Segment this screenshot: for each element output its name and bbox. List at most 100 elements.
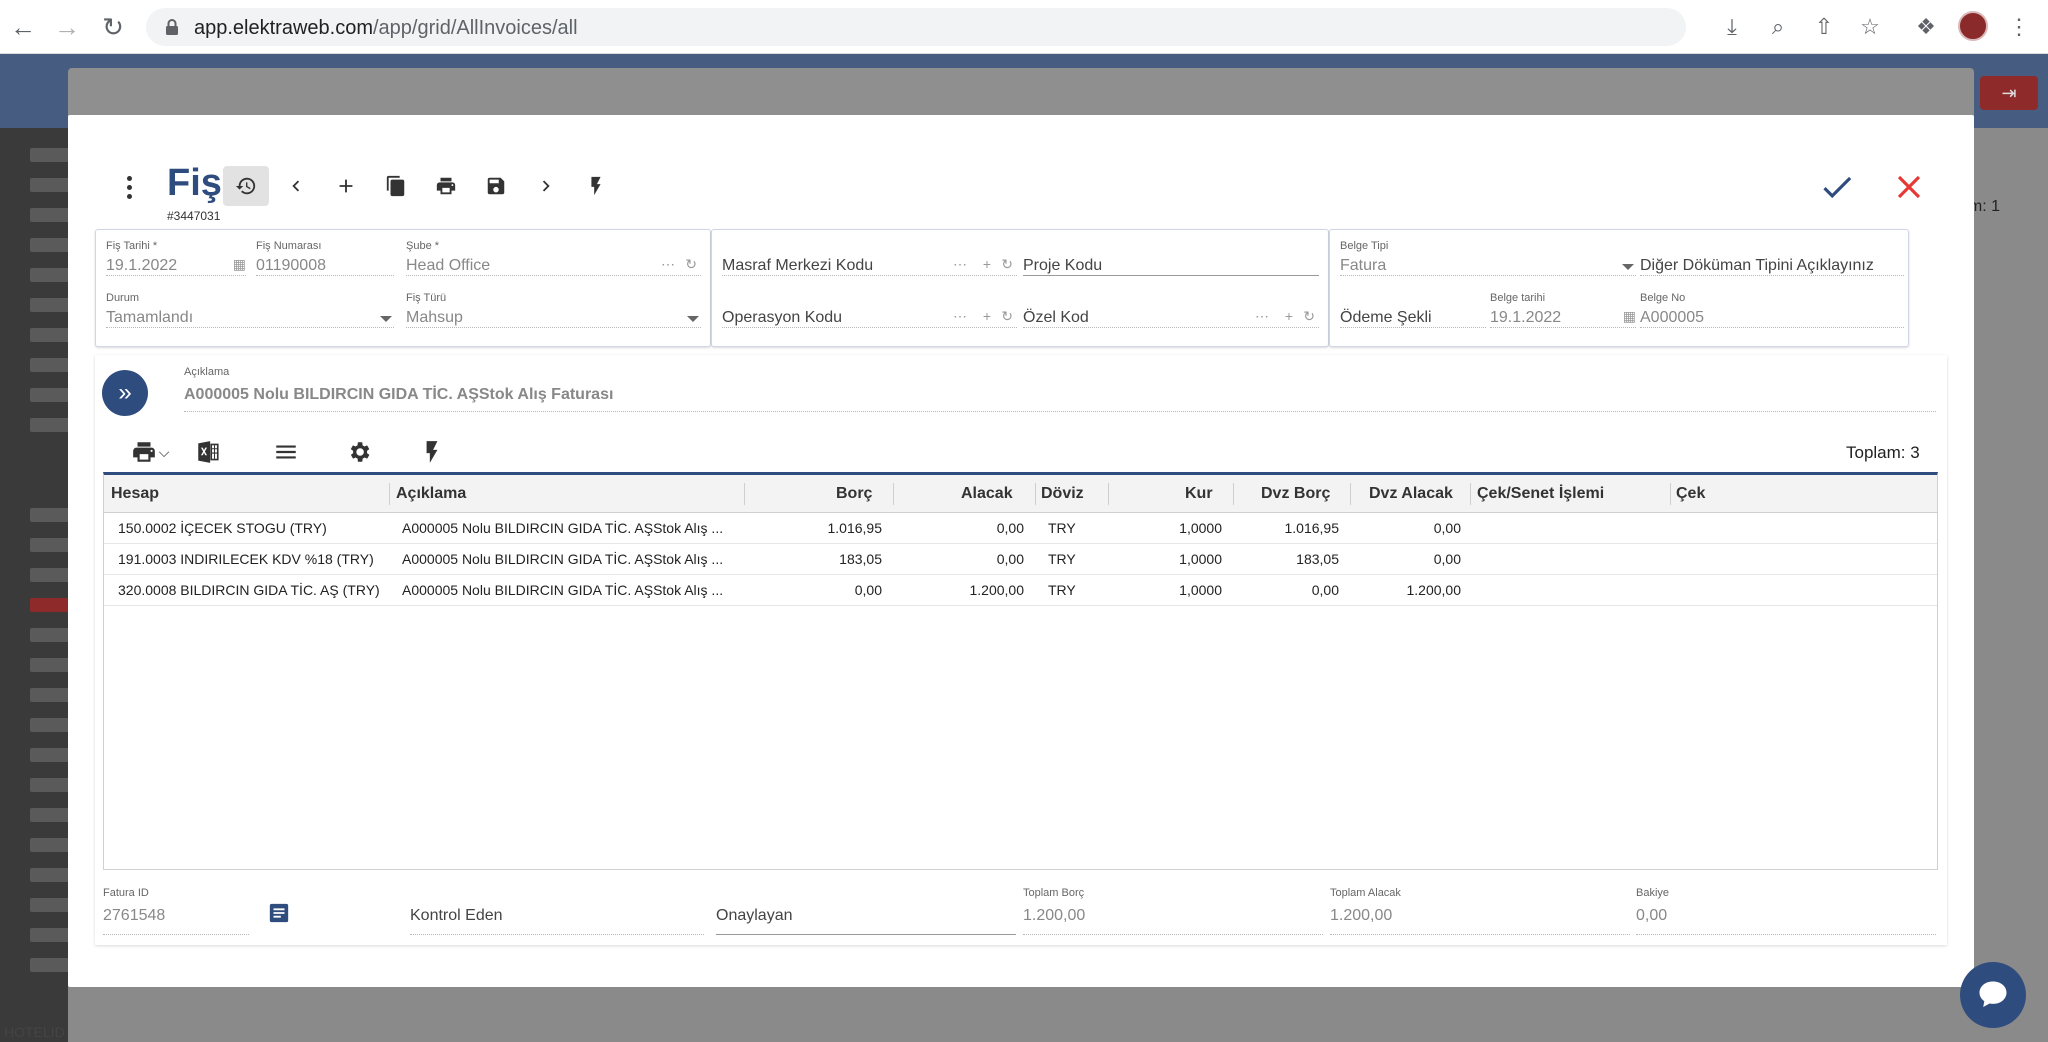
background-sidebar-item xyxy=(30,838,70,852)
browser-menu-icon[interactable]: ⋮ xyxy=(2004,12,2034,42)
aciklama-field[interactable]: Açıklama A000005 Nolu BILDIRCIN GIDA TİC… xyxy=(184,366,1936,412)
more-vert-icon[interactable] xyxy=(118,170,140,204)
belge-no-field[interactable]: Belge No A000005 xyxy=(1640,292,1904,328)
calendar-icon[interactable]: ▦ xyxy=(1623,308,1636,325)
diger-dokuman-field[interactable]: Diğer Döküman Tipini Açıklayınız xyxy=(1640,240,1904,276)
column-header-hesap[interactable]: Hesap xyxy=(111,485,159,503)
chevron-left-icon xyxy=(292,180,300,192)
cell-doviz: TRY xyxy=(1048,582,1076,598)
background-sidebar-item xyxy=(30,958,70,972)
extensions-icon[interactable]: ❖ xyxy=(1911,12,1941,42)
column-header-doviz[interactable]: Döviz xyxy=(1041,485,1084,503)
masraf-merkezi-field[interactable]: Masraf Merkezi Kodu ⋯ + ↻ xyxy=(722,240,1017,276)
profile-avatar[interactable] xyxy=(1958,11,1988,41)
save-button[interactable] xyxy=(473,166,519,206)
zoom-icon[interactable]: ⌕ xyxy=(1763,12,1793,42)
refresh-icon[interactable]: ↻ xyxy=(1303,308,1315,325)
grid-actions-button[interactable] xyxy=(414,436,450,468)
proje-kodu-field[interactable]: Proje Kodu xyxy=(1023,240,1319,276)
actions-button[interactable] xyxy=(573,166,619,206)
more-horiz-icon[interactable]: ⋯ xyxy=(661,256,675,273)
bookmark-star-icon[interactable]: ☆ xyxy=(1855,12,1885,42)
cell-doviz: TRY xyxy=(1048,520,1076,536)
fis-tarihi-label: Fiş Tarihi * xyxy=(106,240,158,252)
belge-tarihi-field[interactable]: Belge tarihi 19.1.2022 ▦ xyxy=(1490,292,1636,328)
background-sidebar-item xyxy=(30,658,70,672)
grid-menu-button[interactable] xyxy=(268,436,304,468)
close-icon[interactable] xyxy=(1890,168,1928,206)
column-header-dvz-alacak[interactable]: Dvz Alacak xyxy=(1369,485,1453,503)
install-icon[interactable]: ⤓ xyxy=(1717,12,1747,42)
calendar-icon[interactable]: ▦ xyxy=(233,256,246,273)
plus-icon xyxy=(339,179,353,193)
cost-center-section: Masraf Merkezi Kodu ⋯ + ↻ Proje Kodu Ope… xyxy=(711,229,1329,347)
cell-kur: 1,0000 xyxy=(1179,551,1222,567)
chat-bubble-icon xyxy=(1979,981,2007,1007)
toplam-borc-value: 1.200,00 xyxy=(1023,907,1086,924)
refresh-icon[interactable]: ↻ xyxy=(1001,308,1013,325)
column-header-cek-senet[interactable]: Çek/Senet İşlemi xyxy=(1477,485,1604,503)
url-host: app.elektraweb.com xyxy=(194,17,373,39)
column-header-kur[interactable]: Kur xyxy=(1185,485,1213,503)
operasyon-kodu-field[interactable]: Operasyon Kodu ⋯ + ↻ xyxy=(722,292,1017,328)
fatura-id-field[interactable]: Fatura ID 2761548 xyxy=(103,887,249,935)
table-row[interactable]: 320.0008 BILDIRCIN GIDA TİC. AŞ (TRY) A0… xyxy=(104,575,1937,606)
column-header-dvz-borc[interactable]: Dvz Borç xyxy=(1261,485,1330,503)
belge-tipi-field[interactable]: Belge Tipi Fatura xyxy=(1340,240,1636,276)
onaylayan-field[interactable]: Onaylayan xyxy=(716,887,1016,935)
column-header-cek[interactable]: Çek xyxy=(1676,485,1705,503)
fis-tarihi-field[interactable]: Fiş Tarihi * 19.1.2022 ▦ xyxy=(106,240,246,276)
chevron-down-icon[interactable] xyxy=(380,316,392,322)
grid-settings-button[interactable] xyxy=(341,436,377,468)
cell-hesap: 191.0003 INDIRILECEK KDV %18 (TRY) xyxy=(118,551,374,567)
chat-button[interactable] xyxy=(1960,962,2026,1028)
kontrol-eden-field[interactable]: Kontrol Eden xyxy=(410,887,704,935)
add-button[interactable] xyxy=(323,166,369,206)
more-horiz-icon[interactable]: ⋯ xyxy=(953,308,967,325)
print-button[interactable] xyxy=(423,166,469,206)
table-row[interactable]: 150.0002 İÇECEK STOGU (TRY) A000005 Nolu… xyxy=(104,513,1937,544)
cell-borc: 183,05 xyxy=(839,551,882,567)
background-sidebar-item xyxy=(30,808,70,822)
durum-field[interactable]: Durum Tamamlandı xyxy=(106,292,394,328)
ozel-kod-field[interactable]: Özel Kod ⋯ + ↻ xyxy=(1023,292,1319,328)
history-button[interactable] xyxy=(223,166,269,206)
plus-icon[interactable]: + xyxy=(1285,308,1293,324)
expand-button[interactable]: » xyxy=(102,370,148,416)
plus-icon[interactable]: + xyxy=(983,308,991,324)
grid-print-button[interactable]: ⌵ xyxy=(122,436,178,468)
background-sidebar-item xyxy=(30,628,70,642)
more-horiz-icon[interactable]: ⋯ xyxy=(953,256,967,273)
column-header-alacak[interactable]: Alacak xyxy=(961,485,1013,503)
invoice-icon[interactable] xyxy=(268,902,290,924)
refresh-icon[interactable]: ↻ xyxy=(1001,256,1013,273)
forward-icon[interactable]: → xyxy=(50,10,84,44)
fis-turu-field[interactable]: Fiş Türü Mahsup xyxy=(406,292,701,328)
print-icon xyxy=(132,442,155,462)
fis-numarasi-field[interactable]: Fiş Numarası 01190008 xyxy=(256,240,394,276)
cell-kur: 1,0000 xyxy=(1179,582,1222,598)
more-horiz-icon[interactable]: ⋯ xyxy=(1255,308,1269,325)
reload-icon[interactable]: ↻ xyxy=(96,10,130,44)
chevron-down-icon[interactable] xyxy=(1622,264,1634,270)
column-header-borc[interactable]: Borç xyxy=(836,485,872,503)
back-icon[interactable]: ← xyxy=(6,10,40,44)
toplam-alacak-label: Toplam Alacak xyxy=(1330,887,1401,899)
share-icon[interactable]: ⇧ xyxy=(1809,12,1839,42)
background-exit-icon: ⇥ xyxy=(1980,76,2038,110)
sube-field[interactable]: Şube * Head Office ⋯ ↻ xyxy=(406,240,701,276)
refresh-icon[interactable]: ↻ xyxy=(685,256,697,273)
cell-alacak: 0,00 xyxy=(996,551,1024,567)
excel-export-button[interactable] xyxy=(190,436,226,468)
check-icon[interactable] xyxy=(1818,168,1856,206)
next-button[interactable] xyxy=(523,166,569,206)
background-sidebar-item xyxy=(30,718,70,732)
address-bar[interactable]: app.elektraweb.com/app/grid/AllInvoices/… xyxy=(146,8,1686,46)
previous-button[interactable] xyxy=(273,166,319,206)
odeme-sekli-field[interactable]: Ödeme Şekli xyxy=(1340,292,1486,328)
copy-button[interactable] xyxy=(373,166,419,206)
column-header-aciklama[interactable]: Açıklama xyxy=(396,485,466,503)
plus-icon[interactable]: + xyxy=(983,256,991,272)
table-row[interactable]: 191.0003 INDIRILECEK KDV %18 (TRY) A0000… xyxy=(104,544,1937,575)
chevron-down-icon[interactable] xyxy=(687,316,699,322)
